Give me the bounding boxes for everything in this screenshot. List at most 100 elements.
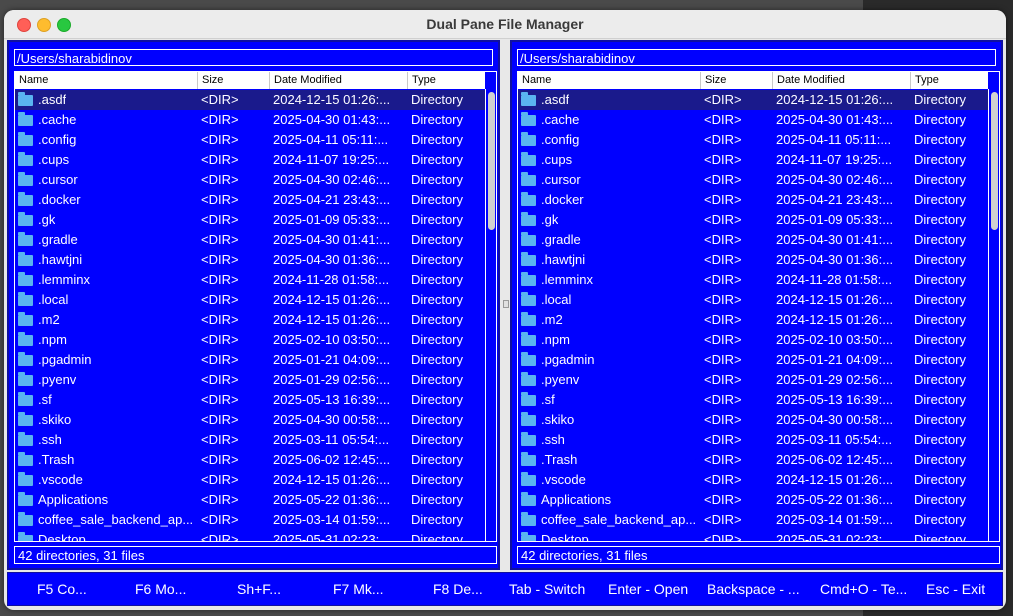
file-row[interactable]: coffee_sale_backend_ap... <DIR> 2025-03-14… xyxy=(518,510,988,530)
file-row[interactable]: .cache <DIR> 2025-04-30 01:43:... Directory xyxy=(15,110,485,130)
file-row[interactable]: .cursor <DIR> 2025-04-30 02:46:... Director… xyxy=(15,170,485,190)
file-date-cell: 2025-05-22 01:36:... xyxy=(273,492,391,507)
file-row[interactable]: .sf <DIR> 2025-05-13 16:39:... Directory xyxy=(518,390,988,410)
file-row[interactable]: .ssh <DIR> 2025-03-11 05:54:... Directory xyxy=(15,430,485,450)
left-file-table[interactable]: Name Size Date Modified Type .asdf <DIR> 2… xyxy=(14,71,497,542)
file-row[interactable]: .cups <DIR> 2024-11-07 19:25:... Directory xyxy=(15,150,485,170)
file-row[interactable]: .pyenv <DIR> 2025-01-29 02:56:... Directory xyxy=(518,370,988,390)
file-row[interactable]: .cursor <DIR> 2025-04-30 02:46:... Director… xyxy=(518,170,988,190)
file-row[interactable]: .gradle <DIR> 2025-04-30 01:41:... Director… xyxy=(518,230,988,250)
file-row[interactable]: Applications <DIR> 2025-05-22 01:36:... Dir… xyxy=(518,490,988,510)
file-name: .cursor xyxy=(541,172,581,187)
right-pane[interactable]: /Users/sharabidinov Name Size Date Modif… xyxy=(510,40,1003,570)
file-row[interactable]: .gradle <DIR> 2025-04-30 01:41:... Director… xyxy=(15,230,485,250)
file-row[interactable]: .pgadmin <DIR> 2025-01-21 04:09:... Directo… xyxy=(518,350,988,370)
shift-f-button[interactable]: Sh+F... xyxy=(237,573,281,605)
file-row[interactable]: Desktop <DIR> 2025-05-31 02:23:... Director… xyxy=(15,530,485,541)
column-header-type[interactable]: Type xyxy=(408,72,485,89)
file-size-cell: <DIR> xyxy=(704,232,742,247)
file-type-cell: Directory xyxy=(411,152,464,167)
terminal-button[interactable]: Cmd+O - Te... xyxy=(820,573,907,605)
left-scrollbar-thumb[interactable] xyxy=(488,92,495,230)
file-date-cell: 2024-12-15 01:26:... xyxy=(776,312,894,327)
file-row[interactable]: .asdf <DIR> 2024-12-15 01:26:... Directory xyxy=(518,90,988,110)
file-row[interactable]: .ssh <DIR> 2025-03-11 05:54:... Directory xyxy=(518,430,988,450)
file-row[interactable]: .lemminx <DIR> 2024-11-28 01:58:... Directo… xyxy=(15,270,485,290)
file-row[interactable]: Desktop <DIR> 2025-05-31 02:23:... Director… xyxy=(518,530,988,541)
move-button[interactable]: F6 Mo... xyxy=(135,573,186,605)
file-row[interactable]: .config <DIR> 2025-04-11 05:11:... Director… xyxy=(518,130,988,150)
file-row[interactable]: Applications <DIR> 2025-05-22 01:36:... Dir… xyxy=(15,490,485,510)
column-header-name[interactable]: Name xyxy=(15,72,198,89)
column-header-date-modified[interactable]: Date Modified xyxy=(773,72,911,89)
file-row[interactable]: .vscode <DIR> 2024-12-15 01:26:... Director… xyxy=(15,470,485,490)
file-row[interactable]: .skiko <DIR> 2025-04-30 00:58:... Directory xyxy=(518,410,988,430)
file-type-cell: Directory xyxy=(914,392,967,407)
right-file-table[interactable]: Name Size Date Modified Type .asdf <DIR> 2… xyxy=(517,71,1000,542)
right-scrollbar-thumb[interactable] xyxy=(991,92,998,230)
file-row[interactable]: .sf <DIR> 2025-05-13 16:39:... Directory xyxy=(15,390,485,410)
column-header-size[interactable]: Size xyxy=(701,72,773,89)
file-row[interactable]: .pyenv <DIR> 2025-01-29 02:56:... Directory xyxy=(15,370,485,390)
delete-button[interactable]: F8 De... xyxy=(433,573,483,605)
column-header-type[interactable]: Type xyxy=(911,72,988,89)
exit-button[interactable]: Esc - Exit xyxy=(926,573,985,605)
file-row[interactable]: .Trash <DIR> 2025-06-02 12:45:... Directory xyxy=(15,450,485,470)
left-pane[interactable]: /Users/sharabidinov Name Size Date Modif… xyxy=(7,40,500,570)
file-name-cell: .pyenv xyxy=(521,370,699,390)
right-path-field[interactable]: /Users/sharabidinov xyxy=(517,49,996,66)
file-name: .cups xyxy=(38,152,70,167)
file-row[interactable]: .vscode <DIR> 2024-12-15 01:26:... Director… xyxy=(518,470,988,490)
title-bar[interactable]: Dual Pane File Manager xyxy=(4,10,1006,39)
split-divider-handle[interactable] xyxy=(503,300,509,308)
mkdir-button[interactable]: F7 Mk... xyxy=(333,573,384,605)
switch-pane-button[interactable]: Tab - Switch xyxy=(509,573,585,605)
file-size-cell: <DIR> xyxy=(704,212,742,227)
file-row[interactable]: .docker <DIR> 2025-04-21 23:43:... Director… xyxy=(15,190,485,210)
right-scrollbar[interactable] xyxy=(988,89,999,541)
file-row[interactable]: coffee_sale_backend_ap... <DIR> 2025-03-14… xyxy=(15,510,485,530)
left-scrollbar[interactable] xyxy=(485,89,496,541)
file-date-cell: 2025-04-21 23:43:... xyxy=(273,192,391,207)
column-header-date-modified[interactable]: Date Modified xyxy=(270,72,408,89)
file-row[interactable]: .local <DIR> 2024-12-15 01:26:... Directory xyxy=(518,290,988,310)
file-row[interactable]: .gk <DIR> 2025-01-09 05:33:... Directory xyxy=(15,210,485,230)
file-date-cell: 2025-02-10 03:50:... xyxy=(776,332,894,347)
file-row[interactable]: .gk <DIR> 2025-01-09 05:33:... Directory xyxy=(518,210,988,230)
left-path-field[interactable]: /Users/sharabidinov xyxy=(14,49,493,66)
folder-icon xyxy=(521,232,536,246)
file-row[interactable]: .cache <DIR> 2025-04-30 01:43:... Directory xyxy=(518,110,988,130)
file-row[interactable]: .config <DIR> 2025-04-11 05:11:... Director… xyxy=(15,130,485,150)
file-type-cell: Directory xyxy=(914,172,967,187)
file-date-cell: 2024-11-07 19:25:... xyxy=(776,152,893,167)
copy-button[interactable]: F5 Co... xyxy=(37,573,87,605)
file-row[interactable]: .m2 <DIR> 2024-12-15 01:26:... Directory xyxy=(15,310,485,330)
file-name-cell: .ssh xyxy=(521,430,699,450)
file-name-cell: .docker xyxy=(521,190,699,210)
file-name-cell: .m2 xyxy=(521,310,699,330)
file-row[interactable]: .asdf <DIR> 2024-12-15 01:26:... Directory xyxy=(15,90,485,110)
back-button[interactable]: Backspace - ... xyxy=(707,573,800,605)
file-row[interactable]: .lemminx <DIR> 2024-11-28 01:58:... Directo… xyxy=(518,270,988,290)
file-row[interactable]: .npm <DIR> 2025-02-10 03:50:... Directory xyxy=(518,330,988,350)
file-row[interactable]: .skiko <DIR> 2025-04-30 00:58:... Directory xyxy=(15,410,485,430)
column-header-size[interactable]: Size xyxy=(198,72,270,89)
column-header-name[interactable]: Name xyxy=(518,72,701,89)
file-type-cell: Directory xyxy=(914,432,967,447)
file-row[interactable]: .cups <DIR> 2024-11-07 19:25:... Directory xyxy=(518,150,988,170)
file-row[interactable]: .hawtjni <DIR> 2025-04-30 01:36:... Directo… xyxy=(15,250,485,270)
file-name: .pyenv xyxy=(38,372,77,387)
file-name-cell: .lemminx xyxy=(18,270,196,290)
file-row[interactable]: .hawtjni <DIR> 2025-04-30 01:36:... Directo… xyxy=(518,250,988,270)
file-name: .hawtjni xyxy=(38,252,83,267)
file-size-cell: <DIR> xyxy=(201,412,239,427)
file-row[interactable]: .docker <DIR> 2025-04-21 23:43:... Director… xyxy=(518,190,988,210)
file-date-cell: 2024-12-15 01:26:... xyxy=(776,472,894,487)
file-row[interactable]: .npm <DIR> 2025-02-10 03:50:... Directory xyxy=(15,330,485,350)
file-row[interactable]: .local <DIR> 2024-12-15 01:26:... Directory xyxy=(15,290,485,310)
open-button[interactable]: Enter - Open xyxy=(608,573,688,605)
file-row[interactable]: .Trash <DIR> 2025-06-02 12:45:... Directory xyxy=(518,450,988,470)
file-row[interactable]: .m2 <DIR> 2024-12-15 01:26:... Directory xyxy=(518,310,988,330)
file-date-cell: 2025-01-21 04:09:... xyxy=(273,352,391,367)
file-row[interactable]: .pgadmin <DIR> 2025-01-21 04:09:... Directo… xyxy=(15,350,485,370)
